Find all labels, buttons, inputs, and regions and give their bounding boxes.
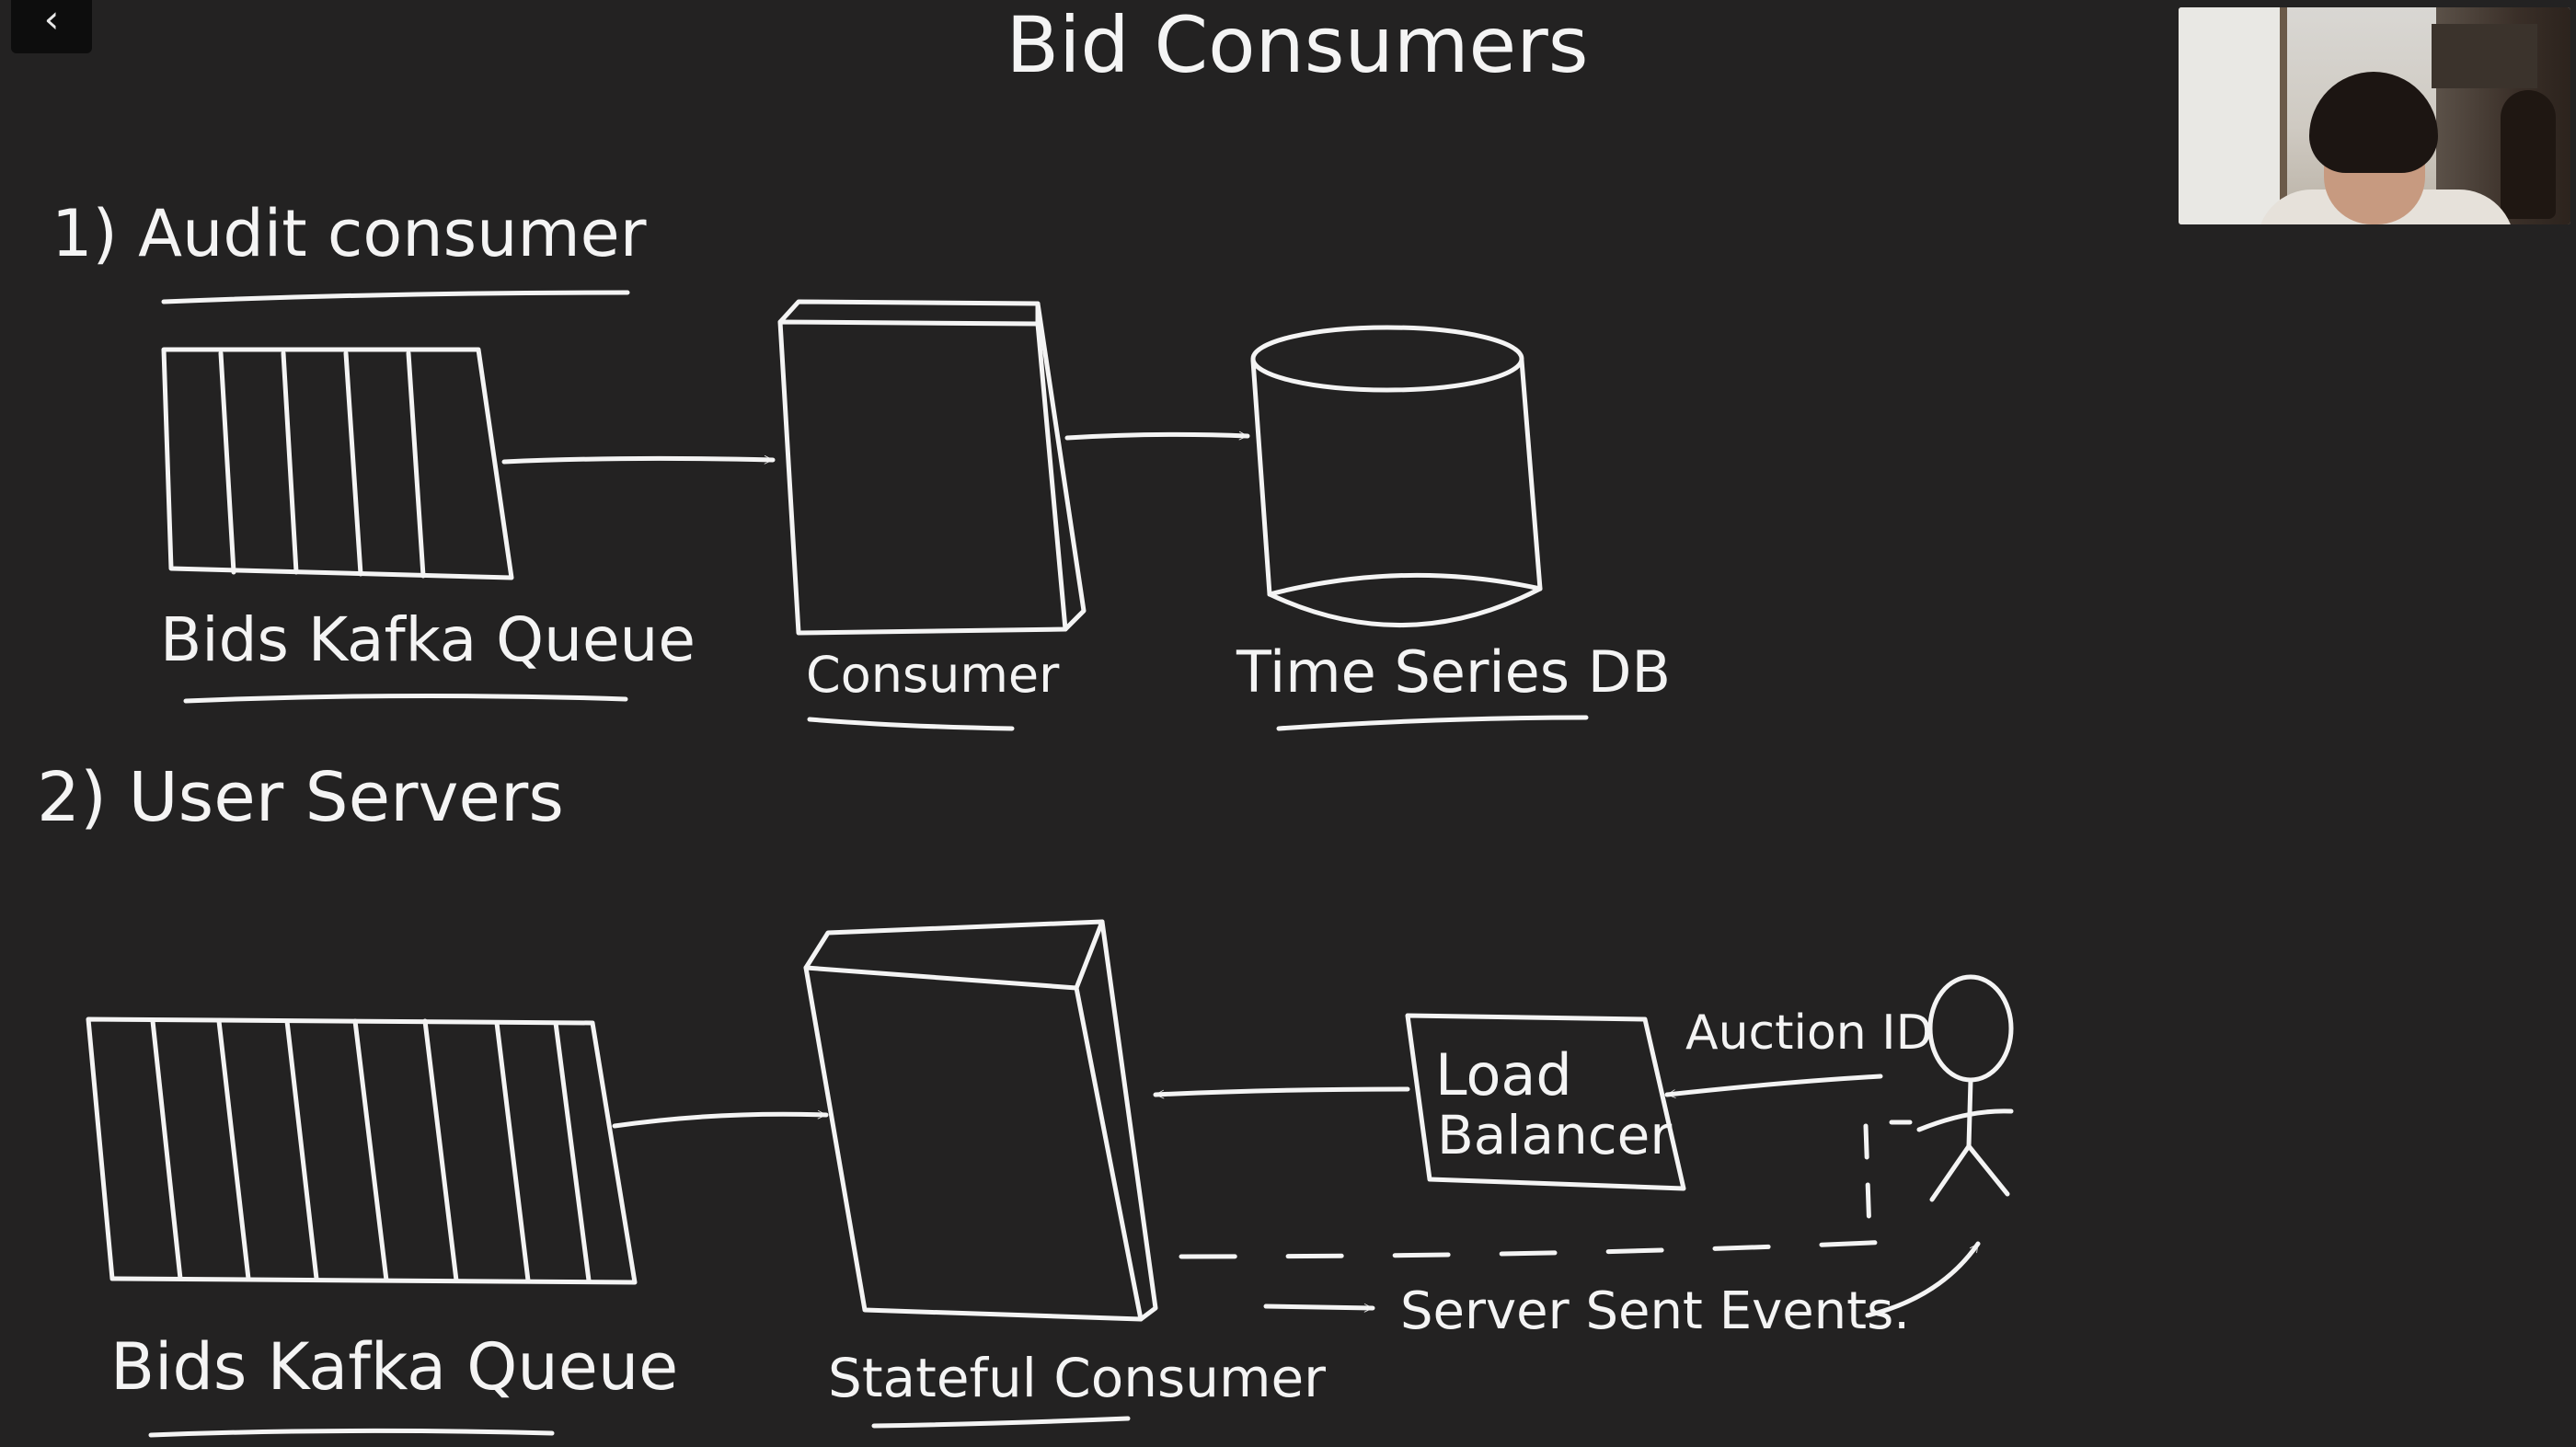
load-balancer-label-line2: Balancer (1437, 1104, 1672, 1166)
section2-heading: 2) User Servers (37, 758, 564, 837)
section1-heading-underline (161, 290, 630, 304)
stateful-consumer-box (803, 919, 1158, 1322)
consumer-box (777, 299, 1087, 636)
arrow-consumer-to-db (1064, 431, 1250, 441)
stateful-consumer-label: Stateful Consumer (828, 1347, 1326, 1409)
diagram-title: Bid Consumers (1006, 0, 1588, 90)
sse-dashed-line (1179, 1239, 1894, 1259)
section1-heading: 1) Audit consumer (52, 196, 647, 271)
queue1-label-underline (183, 693, 628, 704)
arrow-queue-to-consumer (501, 454, 776, 465)
db-label: Time Series DB (1236, 638, 1671, 706)
queue2-label: Bids Kafka Queue (110, 1329, 678, 1405)
sse-label: Server Sent Events. (1400, 1281, 1910, 1341)
kafka-queue-2 (86, 1016, 638, 1285)
time-series-db (1250, 325, 1543, 627)
webcam-preview (2179, 7, 2570, 224)
arrow-queue-to-stateful (612, 1109, 829, 1129)
arrow-user-to-lb (1664, 1074, 1883, 1098)
sse-arrow-left (1263, 1303, 1375, 1313)
auction-id-label: Auction ID (1685, 1005, 1933, 1061)
queue1-label: Bids Kafka Queue (160, 604, 696, 675)
db-label-underline (1276, 715, 1589, 731)
kafka-queue-1 (161, 347, 514, 580)
consumer-label-underline (807, 717, 1015, 731)
arrow-lb-to-stateful (1153, 1086, 1410, 1099)
user-stick-figure (1916, 974, 2014, 1202)
queue2-label-underline (148, 1428, 555, 1438)
consumer-label: Consumer (806, 646, 1060, 704)
load-balancer-label-line1: Load (1435, 1041, 1572, 1108)
sse-dashed-line-vertical (1863, 1123, 1872, 1235)
stateful-consumer-label-underline (871, 1416, 1131, 1429)
